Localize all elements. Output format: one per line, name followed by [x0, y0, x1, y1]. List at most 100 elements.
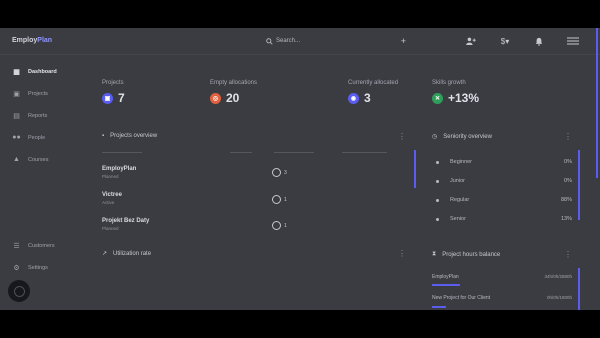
table-row[interactable]: EmployPlan Planned — [102, 166, 136, 179]
page-scrollbar[interactable] — [596, 28, 598, 178]
stat-label: Skills growth — [432, 80, 466, 86]
people-count-value: 3 — [284, 169, 287, 176]
sidebar-item-label: Customers — [28, 242, 55, 249]
search-icon — [266, 37, 273, 45]
card-title: Projects overview — [110, 133, 158, 139]
sidebar-item-people[interactable]: ●● People — [12, 133, 45, 142]
sidebar-item-reports[interactable]: ▤ Reports — [12, 111, 47, 120]
briefcase-icon: ▪ — [102, 133, 105, 139]
person-icon — [272, 195, 281, 204]
card-title: Utilization rate — [113, 250, 152, 257]
sidebar-item-label: Reports — [28, 112, 48, 119]
bullet — [436, 199, 439, 202]
stat-currently-allocated: Currently allocated ◉ 3 — [348, 80, 398, 105]
people-count-value: 1 — [284, 222, 287, 229]
project-name: Victree — [102, 192, 122, 198]
list-item: Senior 13% — [432, 216, 572, 226]
stat-label: Projects — [102, 80, 124, 86]
hours-balance-menu-icon[interactable]: ⋮ — [564, 250, 572, 259]
bell-icon[interactable] — [532, 34, 546, 48]
add-icon[interactable]: + — [401, 34, 406, 48]
top-icons: $▾ — [464, 34, 580, 48]
person-icon — [272, 168, 281, 177]
target-icon: ◎ — [210, 92, 221, 104]
scrollbar[interactable] — [578, 268, 580, 310]
help-button[interactable] — [8, 280, 30, 302]
search-bar[interactable]: Search... + — [266, 34, 406, 48]
card-title: Seniority overview — [443, 133, 492, 140]
header-divider — [274, 152, 314, 153]
people-count-value: 1 — [284, 196, 287, 203]
seniority-name: Junior — [450, 178, 465, 184]
line-chart-icon: ↗ — [102, 251, 108, 257]
hourglass-icon: ⧗ — [432, 251, 437, 257]
list-item: EmployPlan 34h/0h/2880h — [432, 274, 572, 280]
sidebar-item-label: Courses — [28, 156, 49, 163]
utilization-header: ↗ Utilization rate — [102, 250, 152, 258]
stat-projects: Projects ▣ 7 — [102, 80, 125, 105]
hours-value: 0h/0h/1800h — [546, 295, 572, 300]
list-item: Regular 88% — [432, 197, 572, 207]
stat-label: Currently allocated — [348, 80, 399, 86]
bullet — [436, 161, 439, 164]
app-logo[interactable]: EmployPlan — [12, 37, 52, 44]
list-item: Beginner 0% — [432, 159, 572, 169]
stat-value: 20 — [226, 91, 240, 105]
sidebar: ▦ Dashboard ▣ Projects ▤ Reports ●● Peop… — [0, 55, 88, 310]
sidebar-item-customers[interactable]: ☰ Customers — [12, 241, 55, 250]
seniority-pct: 0% — [564, 159, 572, 165]
seniority-header: ◷ Seniority overview — [432, 133, 492, 141]
gear-icon: ⚙ — [13, 264, 20, 272]
utilization-menu-icon[interactable]: ⋮ — [398, 249, 406, 258]
stat-empty-allocations: Empty allocations ◎ 20 — [210, 80, 257, 105]
project-status: Planned — [102, 174, 119, 179]
bullet — [436, 218, 439, 221]
header-divider — [102, 152, 142, 153]
projects-overview-header: ▪ Projects overview — [102, 133, 157, 139]
stat-skills-growth: Skills growth ✕ +13% — [432, 80, 479, 105]
currency-icon[interactable]: $▾ — [498, 34, 512, 48]
person-icon: ◉ — [348, 92, 359, 104]
sidebar-item-label: People — [28, 134, 46, 141]
clock-icon: ◷ — [432, 134, 438, 140]
help-icon — [13, 285, 25, 297]
sidebar-item-dashboard[interactable]: ▦ Dashboard — [12, 67, 57, 76]
people-icon: ●● — [12, 134, 21, 141]
add-user-icon[interactable] — [464, 34, 478, 48]
folder-icon: ▣ — [102, 92, 113, 104]
bullet — [436, 180, 439, 183]
project-name: EmployPlan — [432, 274, 459, 280]
dashboard-icon: ▦ — [13, 68, 20, 76]
header-divider — [230, 152, 252, 153]
project-status: Planned — [102, 226, 119, 231]
seniority-name: Beginner — [450, 159, 473, 165]
scrollbar[interactable] — [414, 150, 416, 188]
sidebar-item-label: Dashboard — [28, 68, 57, 75]
sidebar-item-settings[interactable]: ⚙ Settings — [12, 263, 48, 272]
people-count: 1 — [272, 195, 287, 204]
scrollbar[interactable] — [578, 150, 580, 220]
search-input[interactable]: Search... — [276, 38, 300, 44]
table-row[interactable]: Victree Active — [102, 192, 122, 205]
seniority-pct: 88% — [560, 197, 572, 203]
table-row[interactable]: Projekt Bez Daty Planned — [102, 218, 149, 231]
list-item: Junior 0% — [432, 178, 572, 188]
stat-label: Empty allocations — [210, 80, 258, 86]
project-name: Projekt Bez Daty — [102, 218, 150, 224]
sidebar-item-courses[interactable]: ▲ Courses — [12, 155, 48, 164]
project-name: New Project for Our Client — [432, 295, 491, 301]
person-icon — [272, 221, 281, 230]
logo-text-b: Plan — [37, 37, 53, 44]
app-screen: EmployPlan Search... + $▾ ▦ Dashboard ▣ … — [0, 28, 600, 310]
logo-text-a: Employ — [12, 37, 38, 44]
hours-balance-header: ⧗ Project hours balance — [432, 251, 500, 258]
sidebar-item-projects[interactable]: ▣ Projects — [12, 89, 48, 98]
seniority-name: Senior — [450, 216, 466, 222]
seniority-menu-icon[interactable]: ⋮ — [564, 132, 572, 141]
hours-progress-bar — [432, 284, 460, 286]
reports-icon: ▤ — [13, 112, 20, 120]
menu-icon[interactable] — [566, 34, 580, 48]
list-item: New Project for Our Client 0h/0h/1800h — [432, 295, 572, 301]
projects-overview-menu-icon[interactable]: ⋮ — [398, 132, 406, 141]
people-count: 3 — [272, 168, 287, 177]
